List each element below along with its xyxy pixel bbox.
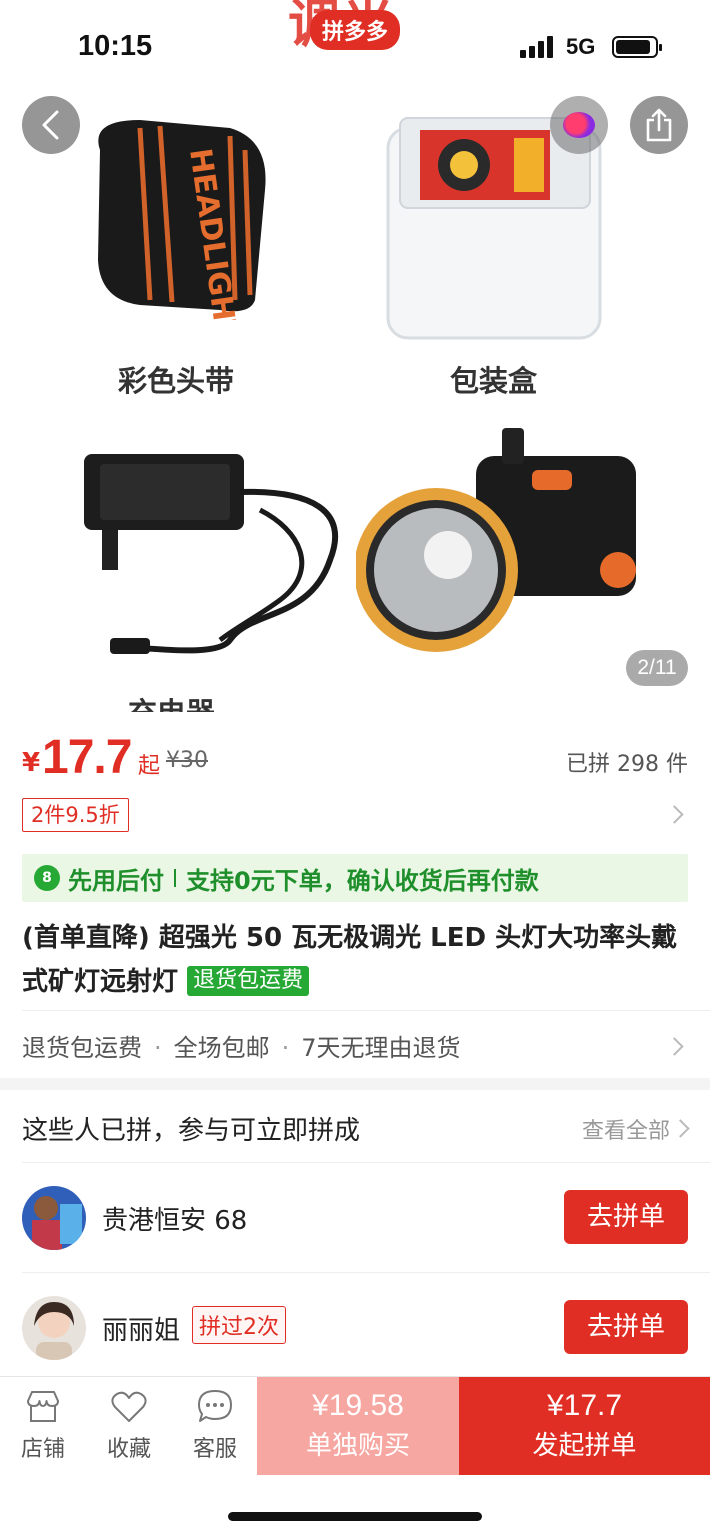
group-buy-price: ¥17.7 [546, 1389, 623, 1422]
status-bar: 10:15 5G [0, 0, 710, 90]
divider [22, 1162, 710, 1163]
avatar [22, 1186, 86, 1250]
service-guarantees[interactable]: 退货包运费 · 全场包邮 · 7天无理由退货 [22, 1028, 461, 1063]
tile-label-box: 包装盒 [450, 364, 538, 398]
user-avatar-button[interactable] [550, 96, 608, 154]
favorite-label: 收藏 [106, 1437, 151, 1462]
chevron-right-icon[interactable] [665, 805, 684, 824]
gallery-page-indicator: 2/11 [626, 650, 688, 686]
member-name: 贵港恒安 68 [102, 1206, 248, 1236]
pay-later-text: 支持0元下单，确认收货后再付款 [186, 866, 539, 895]
product-title-text: (首单直降) 超强光 50 瓦无极调光 LED 头灯大功率头戴式矿灯远射灯 [22, 923, 678, 997]
tile-label-charger: 充电器 [128, 690, 215, 712]
customer-service-tab[interactable]: 客服 [172, 1377, 258, 1475]
network-type: 5G [566, 34, 596, 59]
join-group-button[interactable]: 去拼单 [564, 1190, 688, 1244]
section-gap [0, 1078, 710, 1090]
service-separator: · [281, 1034, 290, 1062]
original-price: ¥30 [166, 748, 208, 773]
pay-later-icon-text: 8 [42, 870, 52, 886]
charger-image [84, 454, 339, 654]
buy-alone-price: ¥19.58 [312, 1389, 404, 1422]
chat-icon [198, 1390, 232, 1422]
signal-icon [520, 36, 556, 58]
group-buy-heading: 这些人已拼，参与可立即拼成 [22, 1116, 361, 1146]
tile-label-headband: 彩色头带 [118, 364, 235, 398]
battery-icon [612, 36, 662, 58]
view-all-link[interactable]: 查看全部 [582, 1113, 670, 1145]
member-name: 丽丽姐 [102, 1316, 181, 1346]
joined-count-badge: 拼过2次 [192, 1306, 286, 1344]
share-button[interactable] [630, 96, 688, 154]
bottom-action-bar: 店铺 收藏 客服 ¥19.58 单独购买 ¥17.7 发起拼单 [0, 1376, 710, 1475]
group-member-row: 丽丽姐 拼过2次 去拼单 [22, 1290, 688, 1366]
price-row: ¥ 17.7 起 ¥30 已拼 298 件 [22, 731, 688, 788]
product-image-gallery[interactable]: HEADLIGHT 彩色头带 包装盒 充电器 调光 拼多多 10 [0, 0, 710, 712]
avatar-icon [563, 112, 595, 138]
service-separator: · [154, 1034, 162, 1062]
price-suffix: 起 [138, 754, 161, 779]
service-item: 退货包运费 [22, 1034, 142, 1062]
product-title: (首单直降) 超强光 50 瓦无极调光 LED 头灯大功率头戴式矿灯远射灯 退货… [22, 916, 688, 1004]
back-button[interactable] [22, 96, 80, 154]
chevron-left-icon [42, 110, 59, 140]
price-currency: ¥ [22, 748, 41, 778]
avatar [22, 1296, 86, 1360]
start-group-buy-button[interactable]: ¥17.7 发起拼单 [459, 1377, 710, 1475]
pay-later-title: 先用后付 [68, 866, 164, 895]
pay-later-separator [174, 869, 176, 887]
pay-later-icon: 8 [34, 865, 60, 891]
price-amount: 17.7 [42, 731, 132, 784]
divider [22, 1272, 710, 1273]
service-item: 全场包邮 [173, 1034, 270, 1062]
sold-count: 已拼 298 件 [566, 752, 688, 777]
store-label: 店铺 [20, 1437, 65, 1462]
buy-alone-label: 单独购买 [305, 1431, 410, 1461]
return-shipping-badge: 退货包运费 [187, 966, 310, 996]
status-time: 10:15 [78, 30, 153, 62]
buy-alone-button[interactable]: ¥19.58 单独购买 [257, 1377, 459, 1475]
chevron-right-icon[interactable] [671, 1119, 690, 1138]
group-buy-label: 发起拼单 [532, 1431, 637, 1461]
share-icon [646, 108, 672, 142]
divider [22, 1010, 710, 1011]
join-group-button[interactable]: 去拼单 [564, 1300, 688, 1354]
heart-icon [111, 1391, 147, 1422]
discount-tag[interactable]: 2件9.5折 [22, 798, 129, 832]
service-item: 7天无理由退货 [301, 1034, 461, 1062]
customer-service-label: 客服 [192, 1437, 237, 1462]
group-member-row: 贵港恒安 68 去拼单 [22, 1180, 688, 1256]
home-indicator[interactable] [228, 1512, 482, 1521]
headlamp-image [356, 428, 636, 652]
store-icon [27, 1391, 59, 1422]
chevron-right-icon[interactable] [665, 1037, 684, 1056]
pay-later-banner[interactable]: 8 先用后付 支持0元下单，确认收货后再付款 [22, 854, 688, 902]
headband-image: HEADLIGHT [98, 120, 266, 320]
store-tab[interactable]: 店铺 [0, 1377, 86, 1475]
favorite-tab[interactable]: 收藏 [86, 1377, 172, 1475]
